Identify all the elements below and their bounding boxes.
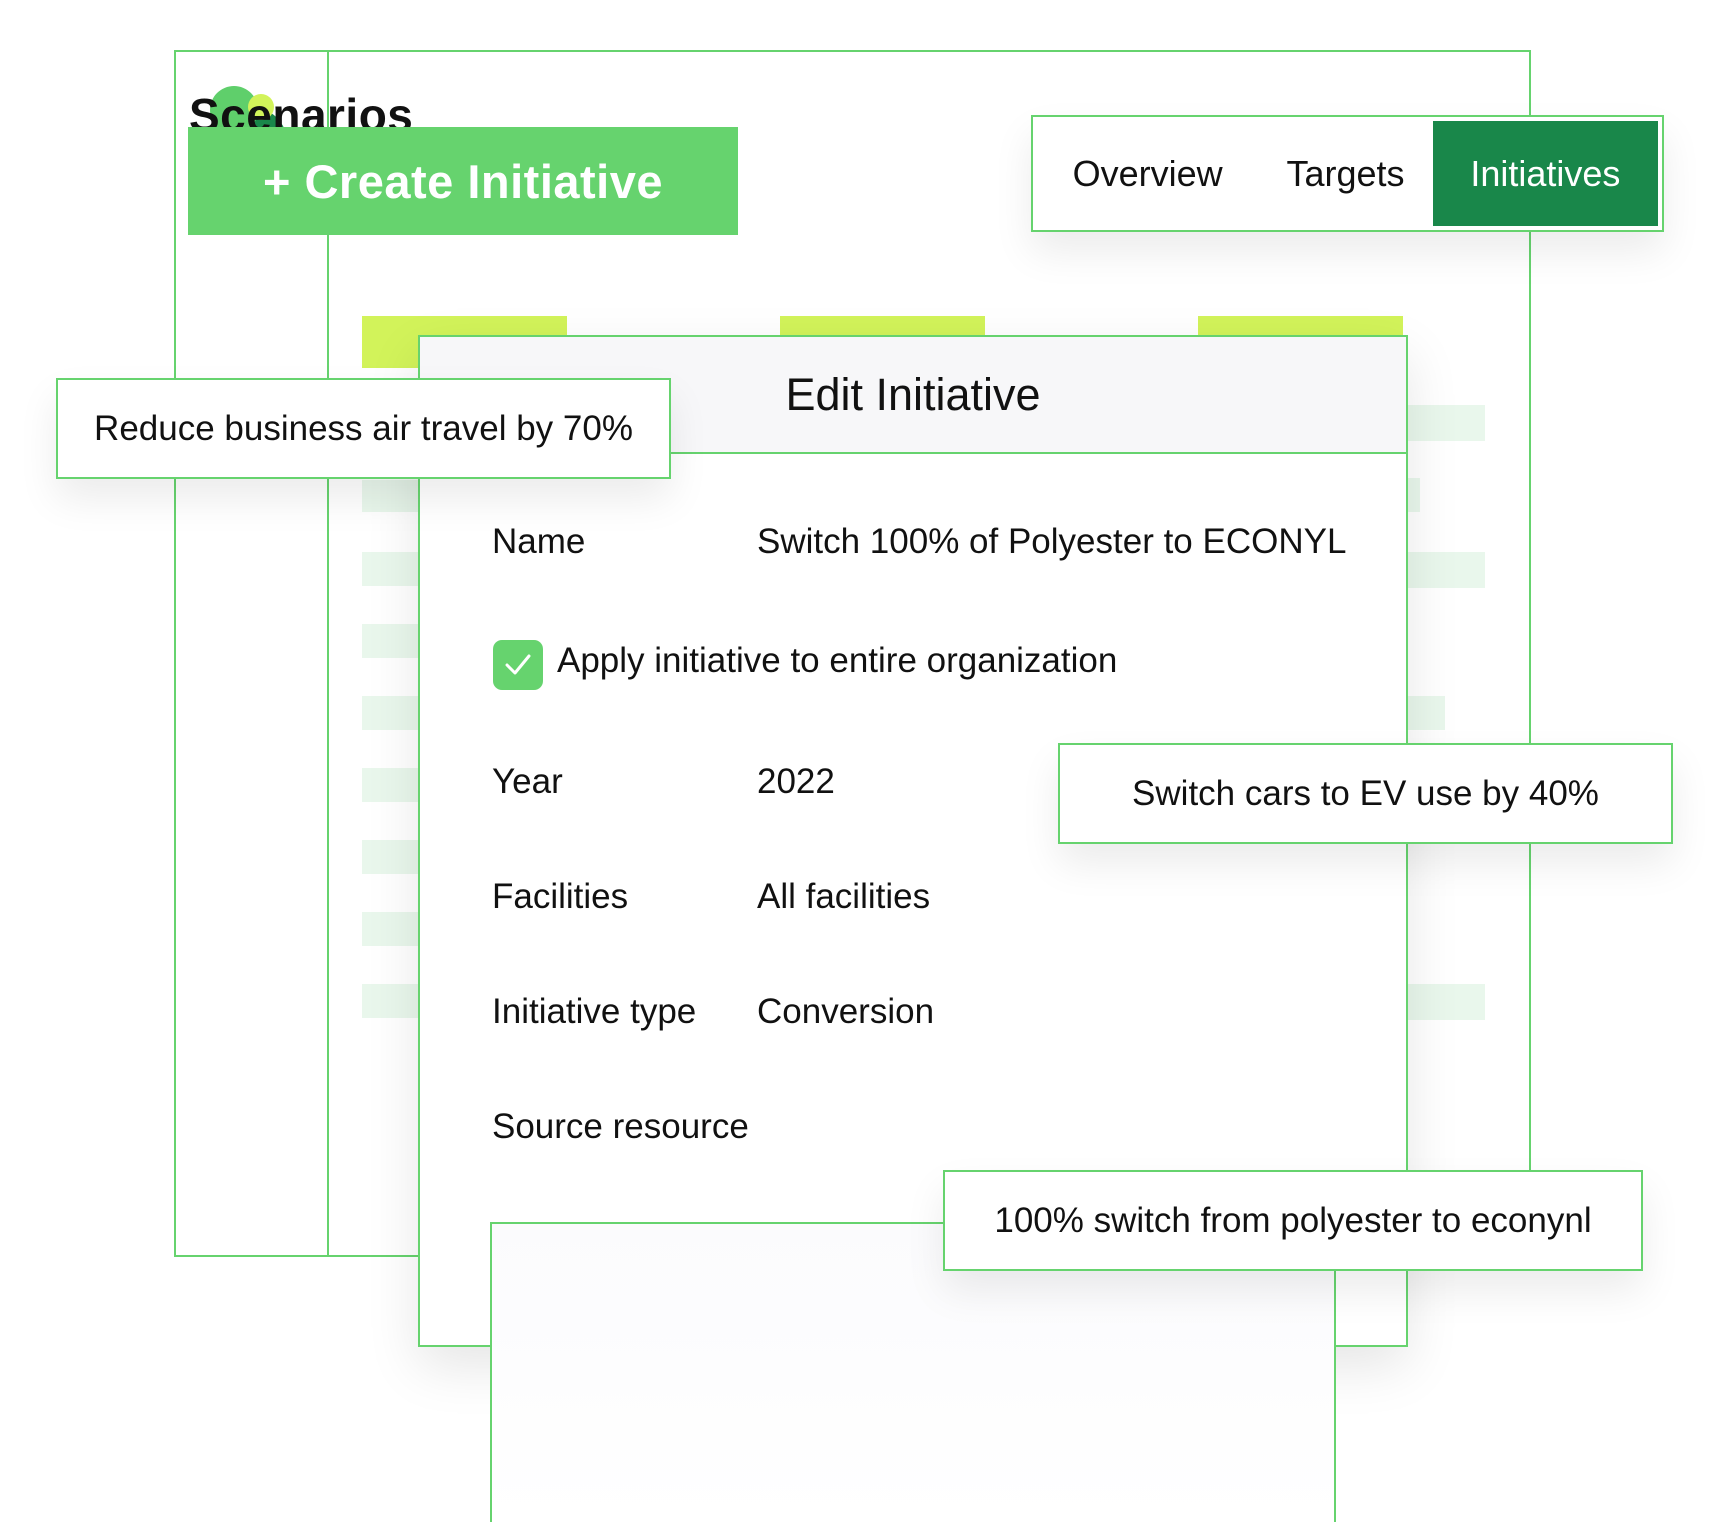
- source-resource-label: Source resource: [492, 1107, 749, 1146]
- create-initiative-button[interactable]: + Create Initiative: [188, 127, 738, 235]
- initiative-card-ev[interactable]: Switch cars to EV use by 40%: [1058, 743, 1673, 844]
- facilities-field[interactable]: All facilities: [757, 877, 930, 917]
- tab-targets[interactable]: Targets: [1258, 121, 1432, 226]
- view-tabs: Overview Targets Initiatives: [1031, 115, 1664, 232]
- year-field[interactable]: 2022: [757, 762, 835, 802]
- year-label: Year: [492, 762, 563, 801]
- name-label: Name: [492, 522, 586, 561]
- tab-initiatives[interactable]: Initiatives: [1432, 121, 1658, 226]
- checkmark-icon: [505, 654, 531, 675]
- apply-organization-label: Apply initiative to entire organization: [557, 641, 1118, 680]
- initiative-card-air-travel[interactable]: Reduce business air travel by 70%: [56, 378, 671, 479]
- tab-overview[interactable]: Overview: [1037, 121, 1258, 226]
- facilities-label: Facilities: [492, 877, 629, 916]
- apply-organization-checkbox[interactable]: [493, 640, 543, 690]
- initiative-type-field[interactable]: Conversion: [757, 992, 934, 1032]
- name-field[interactable]: Switch 100% of Polyester to ECONYL: [757, 522, 1346, 562]
- initiative-type-label: Initiative type: [492, 992, 697, 1031]
- initiative-card-econyl[interactable]: 100% switch from polyester to econynl: [943, 1170, 1643, 1271]
